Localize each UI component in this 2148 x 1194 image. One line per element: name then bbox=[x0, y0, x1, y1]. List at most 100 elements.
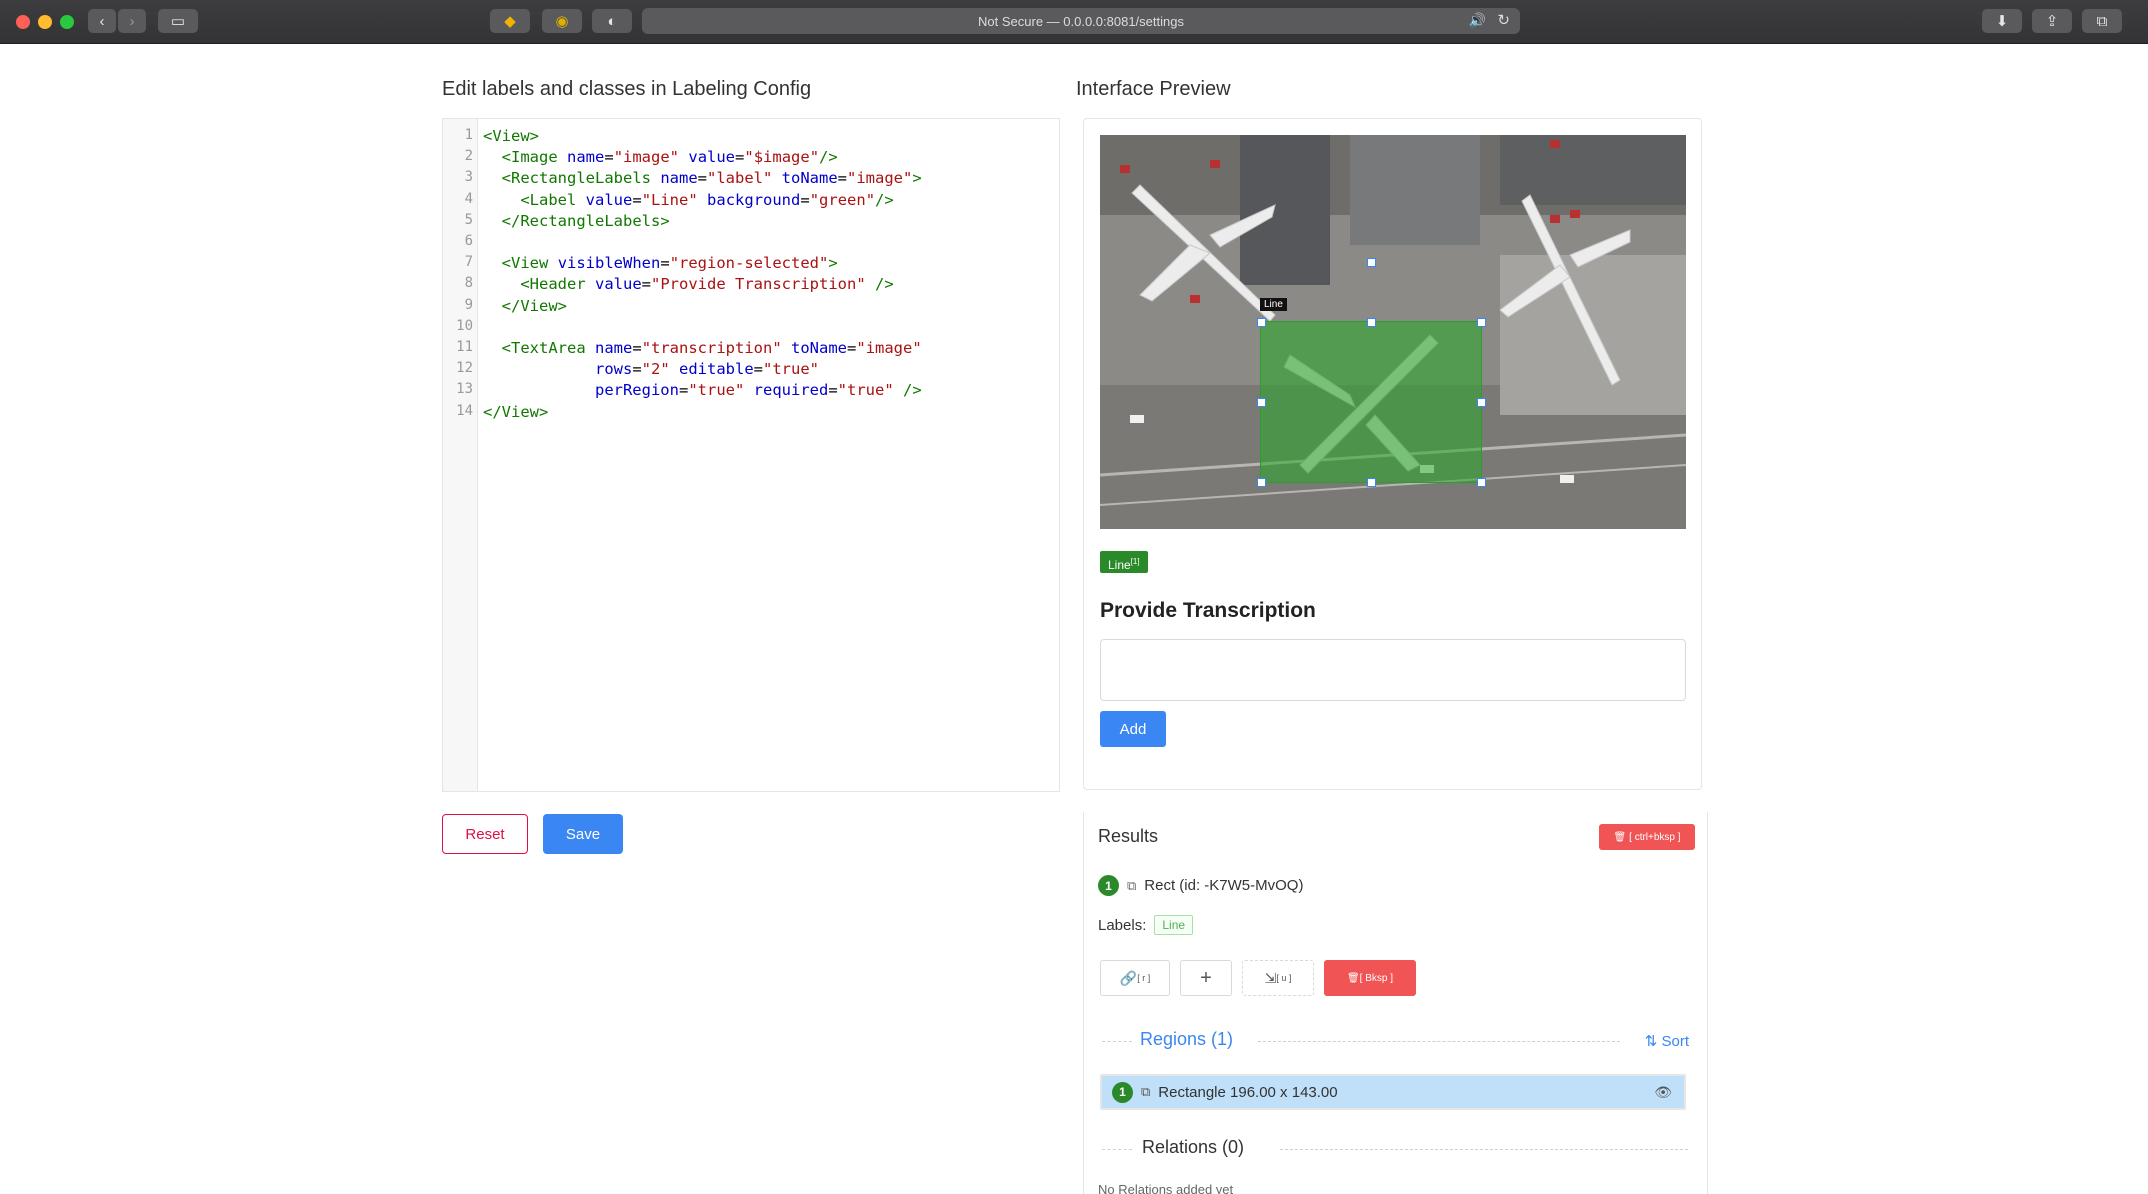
relations-title[interactable]: Relations (0) bbox=[1142, 1137, 1244, 1158]
browser-toolbar: ‹ › ▭ ◆ ◉ ◐ Not Secure — 0.0.0.0:8081/se… bbox=[0, 0, 2148, 44]
extension-box-icon[interactable]: ◆ bbox=[490, 9, 530, 33]
sidebar-toggle-icon[interactable]: ▭ bbox=[158, 9, 198, 33]
code-line[interactable]: perRegion="true" required="true" /> bbox=[483, 381, 922, 399]
code-line[interactable]: <Label value="Line" background="green"/> bbox=[483, 191, 893, 209]
delete-all-button[interactable]: 🗑 [ ctrl+bksp ] bbox=[1599, 824, 1695, 850]
resize-handle[interactable] bbox=[1257, 318, 1266, 327]
labels-prefix: Labels: bbox=[1098, 916, 1147, 934]
trash-icon: 🗑 bbox=[1346, 972, 1360, 984]
delete-all-hotkey: [ ctrl+bksp ] bbox=[1629, 831, 1681, 843]
sort-button[interactable]: ⇅ Sort bbox=[1645, 1032, 1689, 1050]
rect-id-text: Rect (id: -K7W5-MvOQ) bbox=[1144, 877, 1304, 894]
extension-coin-icon[interactable]: ◉ bbox=[542, 9, 582, 33]
line-number: 9 bbox=[464, 296, 473, 313]
line-number: 10 bbox=[456, 317, 473, 334]
delete-hotkey: [ Bksp ] bbox=[1359, 972, 1394, 984]
labels-row: Labels: Line bbox=[1098, 915, 1194, 935]
code-line[interactable]: <View visibleWhen="region-selected"> bbox=[483, 254, 838, 272]
section-divider bbox=[1280, 1149, 1688, 1150]
resize-handle[interactable] bbox=[1257, 478, 1266, 487]
share-icon[interactable]: ⇪ bbox=[2032, 9, 2072, 33]
line-number: 4 bbox=[464, 190, 473, 207]
add-button[interactable]: Add bbox=[1100, 711, 1166, 747]
transcription-textarea[interactable] bbox=[1100, 639, 1686, 701]
trash-icon: 🗑 bbox=[1613, 831, 1627, 843]
code-line[interactable]: <View> bbox=[483, 127, 539, 145]
privacy-shield-icon[interactable]: ◐ bbox=[592, 9, 632, 33]
region-list-item[interactable]: 1 ⧉ Rectangle 196.00 x 143.00 👁 bbox=[1100, 1074, 1686, 1110]
save-button[interactable]: Save bbox=[543, 814, 623, 854]
code-line[interactable]: <TextArea name="transcription" toName="i… bbox=[483, 339, 922, 357]
section-divider bbox=[1258, 1041, 1620, 1042]
line-number: 2 bbox=[464, 148, 473, 165]
line-number: 13 bbox=[456, 381, 473, 398]
label-line-chip[interactable]: Line[1] bbox=[1100, 551, 1148, 573]
compress-icon: ⇲ bbox=[1264, 969, 1277, 986]
unselect-hotkey: [ u ] bbox=[1276, 973, 1292, 983]
results-title: Results bbox=[1098, 826, 1159, 846]
eye-icon[interactable]: 👁 bbox=[1654, 1084, 1672, 1101]
region-number-badge: 1 bbox=[1112, 1081, 1133, 1103]
line-number: 12 bbox=[456, 360, 473, 377]
resize-handle[interactable] bbox=[1477, 478, 1486, 487]
label-tag: Line bbox=[1154, 915, 1194, 935]
region-label-tag: Line bbox=[1260, 298, 1287, 311]
rectangle-region[interactable] bbox=[1260, 321, 1482, 483]
code-line[interactable]: </View> bbox=[483, 403, 548, 421]
resize-handle[interactable] bbox=[1257, 398, 1266, 407]
code-line[interactable]: <Header value="Provide Transcription" /> bbox=[483, 275, 893, 293]
config-heading: Edit labels and classes in Labeling Conf… bbox=[442, 78, 812, 100]
line-number: 3 bbox=[464, 169, 473, 186]
rotate-handle[interactable] bbox=[1367, 258, 1376, 267]
sort-label: Sort bbox=[1661, 1033, 1689, 1050]
line-number: 14 bbox=[456, 402, 473, 419]
region-dimensions-text: Rectangle 196.00 x 143.00 bbox=[1158, 1083, 1338, 1101]
address-bar[interactable]: Not Secure — 0.0.0.0:8081/settings 🔊 ↻ bbox=[642, 8, 1520, 34]
forward-icon[interactable]: › bbox=[118, 9, 146, 33]
resize-handle[interactable] bbox=[1367, 478, 1376, 487]
create-relation-button[interactable]: 🔗[ r ] bbox=[1100, 960, 1170, 996]
code-line[interactable]: rows="2" editable="true" bbox=[483, 360, 819, 378]
transcription-header: Provide Transcription bbox=[1100, 599, 1316, 622]
unselect-button[interactable]: ⇲[ u ] bbox=[1242, 960, 1314, 996]
resize-handle[interactable] bbox=[1367, 318, 1376, 327]
back-icon[interactable]: ‹ bbox=[88, 9, 116, 33]
code-line[interactable]: <Image name="image" value="$image"/> bbox=[483, 148, 838, 166]
line-number: 6 bbox=[464, 233, 473, 249]
label-chip-hotkey: [1] bbox=[1130, 557, 1140, 566]
rect-icon: ⧉ bbox=[1127, 877, 1137, 893]
line-number: 8 bbox=[464, 275, 473, 292]
line-number: 5 bbox=[464, 211, 473, 228]
section-divider bbox=[1102, 1149, 1132, 1150]
results-panel: Results 🗑 [ ctrl+bksp ] 1 ⧉ Rect (id: -K… bbox=[1083, 812, 1708, 1194]
resize-handle[interactable] bbox=[1477, 398, 1486, 407]
code-editor[interactable]: 1 <View> 2 <Image name="image" value="$ima… bbox=[442, 118, 1060, 792]
close-window-button[interactable] bbox=[16, 15, 30, 29]
interface-preview-panel: Line Line[1] Provide Transcription Add bbox=[1083, 118, 1702, 790]
link-icon: 🔗 bbox=[1119, 969, 1138, 986]
speaker-icon[interactable]: 🔊 bbox=[1469, 12, 1486, 29]
code-line[interactable]: <RectangleLabels name="label" toName="im… bbox=[483, 169, 922, 187]
airport-aerial-image[interactable]: Line bbox=[1100, 135, 1686, 529]
label-chip-text: Line bbox=[1108, 558, 1131, 572]
no-relations-text: No Relations added yet bbox=[1098, 1182, 1234, 1194]
code-line[interactable]: </View> bbox=[483, 297, 567, 315]
add-icon[interactable]: + bbox=[1180, 960, 1232, 996]
zoom-window-button[interactable] bbox=[60, 15, 74, 29]
sort-icon: ⇅ bbox=[1644, 1033, 1662, 1050]
minimize-window-button[interactable] bbox=[38, 15, 52, 29]
region-number-badge: 1 bbox=[1098, 875, 1119, 896]
regions-title[interactable]: Regions (1) bbox=[1140, 1029, 1233, 1050]
tabs-overview-icon[interactable]: ⧉ bbox=[2082, 9, 2122, 33]
download-icon[interactable]: ⬇ bbox=[1982, 9, 2022, 33]
delete-region-button[interactable]: 🗑[ Bksp ] bbox=[1324, 960, 1416, 996]
section-divider bbox=[1102, 1041, 1132, 1042]
selected-region-info: 1 ⧉ Rect (id: -K7W5-MvOQ) bbox=[1098, 875, 1303, 896]
line-number: 7 bbox=[464, 254, 473, 271]
line-number: 1 bbox=[464, 127, 473, 143]
reset-button[interactable]: Reset bbox=[442, 814, 528, 854]
resize-handle[interactable] bbox=[1477, 318, 1486, 327]
line-number: 11 bbox=[456, 339, 473, 355]
code-line[interactable]: </RectangleLabels> bbox=[483, 212, 670, 230]
reload-icon[interactable]: ↻ bbox=[1497, 11, 1510, 29]
